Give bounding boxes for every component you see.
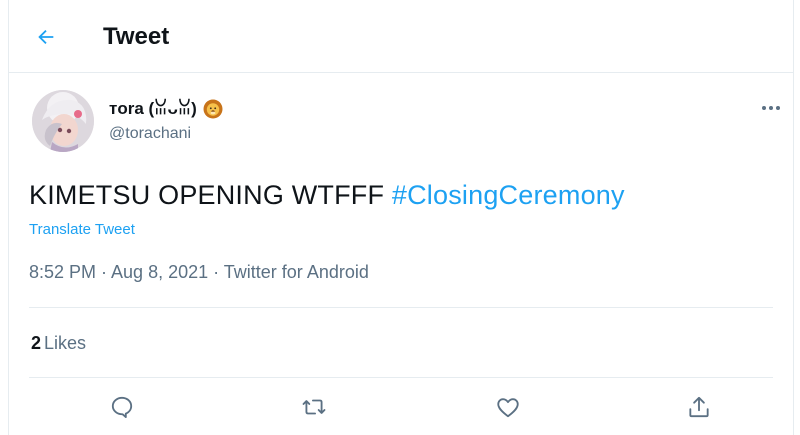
divider xyxy=(29,307,773,308)
lion-face-icon xyxy=(203,99,223,119)
tweet-timestamp-source: 8:52 PM · Aug 8, 2021 · Twitter for Andr… xyxy=(29,262,369,282)
retweet-button[interactable] xyxy=(299,392,329,422)
display-name: тora (ꈍᴗꈍ) xyxy=(109,99,197,118)
hashtag-link[interactable]: #ClosingCeremony xyxy=(392,180,625,210)
reply-icon xyxy=(111,396,133,418)
divider xyxy=(29,377,773,378)
like-button[interactable] xyxy=(493,392,523,422)
share-button[interactable] xyxy=(684,392,714,422)
tweet-detail-panel: Tweet тora (ꈍᴗꈍ) @torachani KIMETSU OPEN… xyxy=(8,0,794,435)
author-name[interactable]: тora (ꈍᴗꈍ) xyxy=(109,99,223,119)
arrow-left-icon xyxy=(38,29,54,45)
likes-label: Likes xyxy=(44,333,87,353)
back-button[interactable] xyxy=(31,22,61,52)
retweet-icon xyxy=(302,399,326,415)
heart-icon xyxy=(497,398,519,418)
more-options-button[interactable] xyxy=(759,100,783,116)
avatar[interactable] xyxy=(32,90,94,152)
likes-count[interactable]: 2 Likes xyxy=(31,333,86,354)
page-title: Tweet xyxy=(103,23,170,50)
more-dot-icon xyxy=(769,106,773,110)
more-dot-icon xyxy=(776,106,780,110)
translate-tweet-link[interactable]: Translate Tweet xyxy=(29,221,135,238)
tweet-actions-bar xyxy=(9,392,793,428)
page-header: Tweet xyxy=(9,0,793,73)
likes-number: 2 xyxy=(31,333,42,353)
tweet-text: KIMETSU OPENING WTFFF #ClosingCeremony xyxy=(29,178,625,212)
more-dot-icon xyxy=(762,106,766,110)
tweet-body: KIMETSU OPENING WTFFF xyxy=(29,180,385,210)
reply-button[interactable] xyxy=(107,392,137,422)
share-icon xyxy=(689,396,709,418)
author-handle[interactable]: @torachani xyxy=(109,124,191,144)
